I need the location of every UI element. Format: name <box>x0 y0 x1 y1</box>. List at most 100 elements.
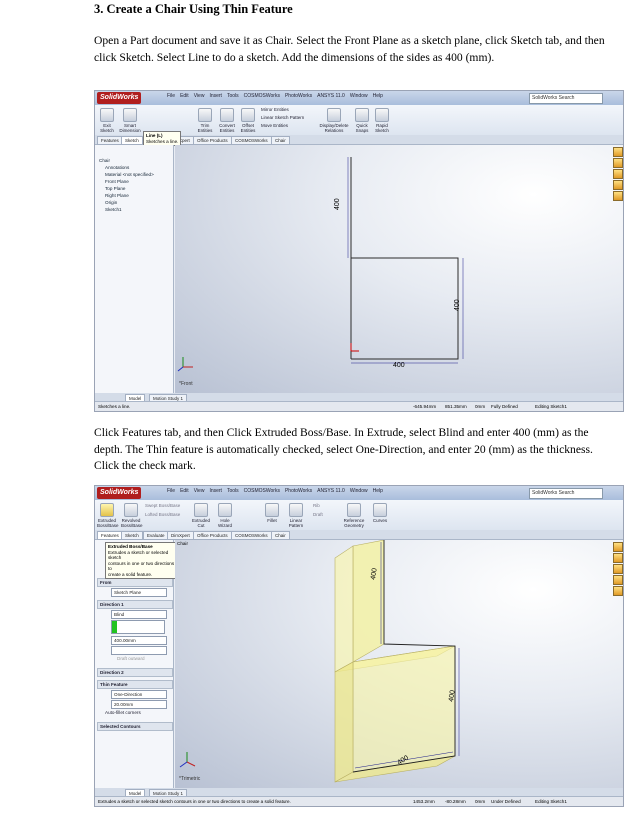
move-entities-button[interactable]: Move Entities <box>261 123 309 128</box>
tab-sketch[interactable]: Sketch <box>121 136 143 145</box>
menu-ansys[interactable]: ANSYS 11.0 <box>317 488 345 494</box>
menu-cosmosworks[interactable]: COSMOSWorks <box>244 93 280 99</box>
tab-features[interactable]: Features <box>97 531 123 540</box>
linear-pattern-button[interactable]: Linear Sketch Pattern <box>261 115 309 120</box>
triad-icon <box>177 357 193 372</box>
thickness-input[interactable]: 20.00mm <box>111 700 167 709</box>
auto-fillet-checkbox[interactable]: Auto-fillet corners <box>105 710 141 715</box>
tree-sketch1[interactable]: Sketch1 <box>99 206 173 213</box>
hole-icon <box>218 503 232 517</box>
task-palette-icon[interactable] <box>613 180 623 190</box>
menu-cosmosworks[interactable]: COSMOSWorks <box>244 488 280 494</box>
menu-edit[interactable]: Edit <box>180 488 189 494</box>
task-resources-icon[interactable] <box>613 542 623 552</box>
menu-edit[interactable]: Edit <box>180 93 189 99</box>
linear-pattern-button[interactable]: Linear Pattern <box>285 503 307 528</box>
menu-photoworks[interactable]: PhotoWorks <box>285 93 312 99</box>
dim-label-right[interactable]: 400 <box>454 299 461 311</box>
from-select[interactable]: Sketch Plane <box>111 588 167 597</box>
swept-boss-button[interactable]: Swept Boss/Base <box>145 503 185 508</box>
tree-root[interactable]: Chair <box>99 157 173 164</box>
tree-material[interactable]: Material <not specified> <box>99 171 173 178</box>
revolve-icon <box>124 503 138 517</box>
mirror-entities-button[interactable]: Mirror Entities <box>261 107 309 112</box>
tab-document[interactable]: Chair <box>271 531 290 540</box>
menu-tools[interactable]: Tools <box>227 93 239 99</box>
dim-label-bottom[interactable]: 400 <box>393 362 405 369</box>
curves-button[interactable]: Curves <box>371 503 389 523</box>
quick-snaps-button[interactable]: Quick Snaps <box>353 108 371 133</box>
rapid-sketch-button[interactable]: Rapid Sketch <box>373 108 391 133</box>
task-library-icon[interactable] <box>613 158 623 168</box>
dim-label-top[interactable]: 400 <box>334 198 341 210</box>
menu-insert[interactable]: Insert <box>209 93 222 99</box>
tree-origin[interactable]: Origin <box>99 199 173 206</box>
direction2-header[interactable]: Direction 2 <box>97 668 173 677</box>
end-condition-select[interactable]: Blind <box>111 610 167 619</box>
draft-button[interactable]: Draft <box>313 512 337 517</box>
green-selection-icon <box>112 621 117 633</box>
task-resources-icon[interactable] <box>613 147 623 157</box>
tab-sketch[interactable]: Sketch <box>121 531 143 540</box>
tab-features[interactable]: Features <box>97 136 123 145</box>
convert-entities-button[interactable]: Convert Entities <box>217 108 237 133</box>
tab-office-products[interactable]: Office Products <box>193 136 232 145</box>
selected-contours-header[interactable]: Selected Contours <box>97 722 173 731</box>
draft-outward-checkbox[interactable]: Draft outward <box>117 656 145 661</box>
tree-top-plane[interactable]: Top Plane <box>99 185 173 192</box>
menu-view[interactable]: View <box>194 488 205 494</box>
trim-entities-button[interactable]: Trim Entities <box>195 108 215 133</box>
tab-dimxpert[interactable]: DimXpert <box>167 531 194 540</box>
search-input[interactable]: SolidWorks Search <box>529 488 603 499</box>
lofted-boss-button[interactable]: Lofted Boss/Base <box>145 512 185 517</box>
menu-window[interactable]: Window <box>350 488 368 494</box>
extruded-boss-button[interactable]: Extruded Boss/Base <box>97 503 119 528</box>
convert-icon <box>220 108 234 122</box>
display-relations-button[interactable]: Display/Delete Relations <box>319 108 349 133</box>
task-appearance-icon[interactable] <box>613 191 623 201</box>
menu-help[interactable]: Help <box>373 488 383 494</box>
graphics-area[interactable]: Chair 400 400 400 *Trimetric <box>175 540 623 788</box>
menu-view[interactable]: View <box>194 93 205 99</box>
tree-annotations[interactable]: Annotations <box>99 164 173 171</box>
direction1-header[interactable]: Direction 1 <box>97 600 173 609</box>
tab-cosmosworks[interactable]: COSMOSWorks <box>231 531 272 540</box>
thin-type-select[interactable]: One-Direction <box>111 690 167 699</box>
menu-window[interactable]: Window <box>350 93 368 99</box>
graphics-area[interactable]: 400 400 400 *Front <box>175 145 623 393</box>
tree-front-plane[interactable]: Front Plane <box>99 178 173 185</box>
task-explorer-icon[interactable] <box>613 169 623 179</box>
menu-tools[interactable]: Tools <box>227 488 239 494</box>
menu-insert[interactable]: Insert <box>209 488 222 494</box>
thin-feature-header[interactable]: Thin Feature <box>97 680 173 689</box>
dimension-icon <box>123 108 137 122</box>
menu-photoworks[interactable]: PhotoWorks <box>285 488 312 494</box>
extruded-cut-button[interactable]: Extruded Cut <box>191 503 211 528</box>
task-explorer-icon[interactable] <box>613 564 623 574</box>
menu-ansys[interactable]: ANSYS 11.0 <box>317 93 345 99</box>
fillet-button[interactable]: Fillet <box>263 503 281 523</box>
search-input[interactable]: SolidWorks Search <box>529 93 603 104</box>
tab-cosmosworks[interactable]: COSMOSWorks <box>231 136 272 145</box>
depth-input[interactable]: 400.00mm <box>111 636 167 645</box>
smart-dimension-button[interactable]: Smart Dimension <box>119 108 141 133</box>
tab-evaluate[interactable]: Evaluate <box>143 531 169 540</box>
tree-right-plane[interactable]: Right Plane <box>99 192 173 199</box>
menu-file[interactable]: File <box>167 93 175 99</box>
hole-wizard-button[interactable]: Hole Wizard <box>215 503 235 528</box>
reference-geometry-button[interactable]: Reference Geometry <box>341 503 367 528</box>
menu-help[interactable]: Help <box>373 93 383 99</box>
draft-input[interactable] <box>111 646 167 655</box>
from-header[interactable]: From <box>97 578 173 587</box>
task-library-icon[interactable] <box>613 553 623 563</box>
direction-selector[interactable] <box>111 620 165 634</box>
offset-entities-button[interactable]: Offset Entities <box>238 108 258 133</box>
menu-file[interactable]: File <box>167 488 175 494</box>
tab-office-products[interactable]: Office Products <box>193 531 232 540</box>
task-palette-icon[interactable] <box>613 575 623 585</box>
tab-document[interactable]: Chair <box>271 136 290 145</box>
exit-sketch-button[interactable]: Exit Sketch <box>97 108 117 133</box>
task-appearance-icon[interactable] <box>613 586 623 596</box>
rib-button[interactable]: Rib <box>313 503 337 508</box>
revolved-boss-button[interactable]: Revolved Boss/Base <box>121 503 143 528</box>
